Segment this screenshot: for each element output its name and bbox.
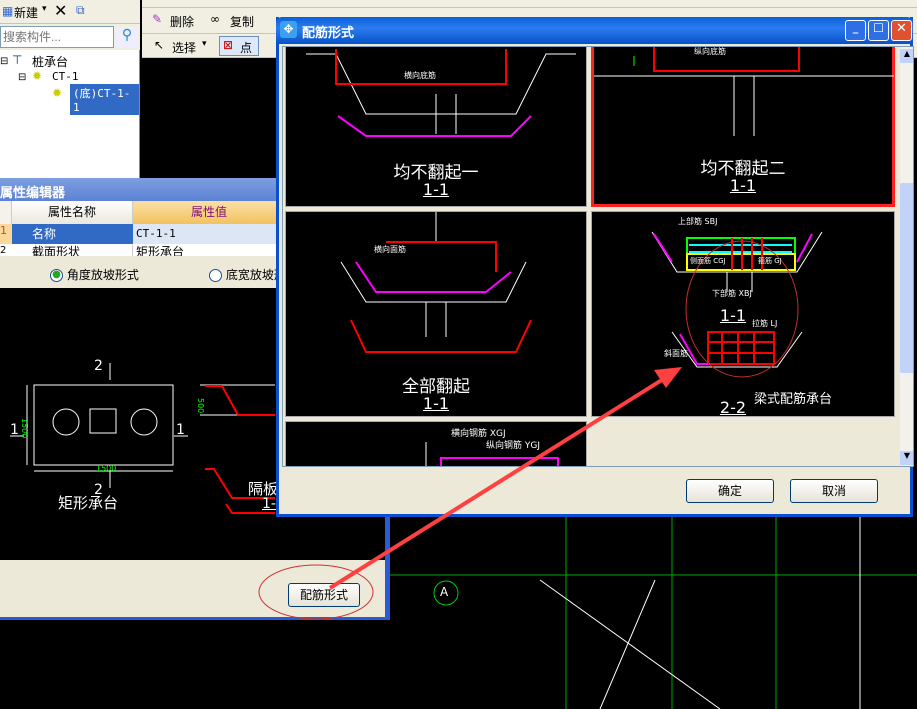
vertical-scrollbar[interactable]: ▲ ▼	[900, 47, 913, 466]
maximize-button[interactable]: ☐	[868, 20, 889, 41]
option-all-bend[interactable]: 横向面筋 全部翻起 1-1	[285, 211, 587, 417]
scroll-down-icon[interactable]: ▼	[900, 451, 913, 465]
label-side-rebar: 侧面筋 CGJ	[690, 257, 726, 265]
table-row-name[interactable]: 截面形状	[12, 245, 133, 256]
scroll-up-icon[interactable]: ▲	[900, 49, 913, 63]
plan-caption: 矩形承台	[58, 494, 119, 512]
rebar-form-button[interactable]: 配筋形式	[288, 583, 360, 607]
ok-button[interactable]: 确定	[686, 479, 774, 503]
option-no-bend-2-selected[interactable]: 纵向底筋 均不翻起二 1-1	[591, 47, 895, 207]
label-transverse-bottom-rebar: 横向底筋	[404, 71, 436, 80]
radio-angle-slope[interactable]: ● 角度放坡形式	[50, 266, 139, 283]
rebar-options-grid: 横向底筋 均不翻起一 1-1 纵向底筋 均不翻起二 1-1 横向面筋 全部翻起 …	[282, 46, 914, 467]
close-button[interactable]: ✕	[891, 20, 912, 41]
cancel-button[interactable]: 取消	[790, 479, 878, 503]
option-no-bend-1[interactable]: 横向底筋 均不翻起一 1-1	[285, 47, 587, 207]
rebar-form-dialog: ✥ 配筋形式 _ ☐ ✕ 横向底筋 均不翻起一 1-1 纵向底筋 均不翻起二 1…	[276, 17, 914, 517]
table-row-name[interactable]: 名称	[12, 224, 133, 244]
dialog-title: ✥ 配筋形式 _ ☐ ✕	[276, 17, 913, 44]
column-header-name[interactable]: 属性名称	[12, 201, 133, 224]
option-beam-type-cap[interactable]: 上部筋 SBJ 侧面筋 CGJ 箍筋 GJ 下部筋 XBJ 拉筋 LJ 斜面筋 …	[591, 211, 895, 417]
scrollbar-thumb[interactable]	[900, 183, 913, 373]
label-stirrup: 箍筋 GJ	[758, 257, 782, 265]
axis-label: A	[440, 585, 449, 599]
minimize-button[interactable]: _	[845, 20, 866, 41]
option-5[interactable]: 横向钢筋 XGJ 纵向钢筋 YGJ	[285, 421, 587, 466]
app-icon: ✥	[280, 21, 297, 38]
